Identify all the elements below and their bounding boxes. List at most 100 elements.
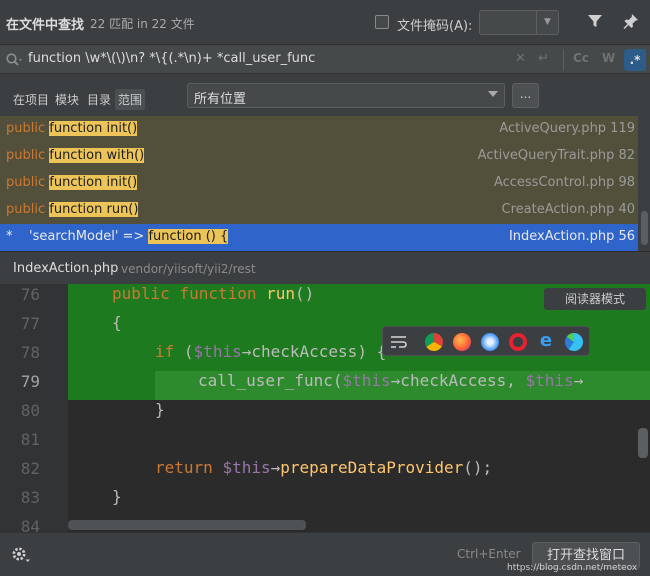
code-variable: $this: [193, 342, 242, 361]
results-scrollbar-thumb[interactable]: [641, 211, 648, 245]
code-line: call_user_func($this→checkAccess, $this→: [198, 371, 583, 390]
firefox-icon[interactable]: [453, 333, 471, 351]
pin-icon[interactable]: [622, 12, 640, 30]
file-mask-label: 文件掩码(A):: [397, 19, 473, 34]
words-toggle[interactable]: W: [602, 51, 615, 65]
code-line: {: [112, 313, 122, 332]
result-match: function init(): [49, 121, 138, 136]
edge-icon[interactable]: [565, 333, 583, 351]
line-number: 78: [20, 343, 40, 362]
code-function: run: [266, 284, 296, 303]
tab-directory[interactable]: 目录: [87, 91, 111, 108]
ie-icon[interactable]: e: [537, 332, 555, 351]
watermark: https://blog.csdn.net/meteox: [507, 563, 638, 573]
scope-bar: 在项目 模块 目录 范围 所有位置 ...: [0, 74, 650, 116]
code-text: }: [112, 487, 122, 506]
reader-mode-button[interactable]: 阅读器模式: [544, 288, 646, 310]
find-in-files-window: 在文件中查找 22 匹配 in 22 文件 文件掩码(A): ▼ functio…: [0, 0, 650, 576]
preview-file-dir: vendor/yiisoft/yii2/rest: [121, 262, 256, 276]
tab-project[interactable]: 在项目: [13, 91, 49, 108]
toolbar-divider: [563, 49, 564, 71]
scope-more-button[interactable]: ...: [512, 83, 539, 108]
scope-select-value: 所有位置: [194, 92, 247, 107]
result-match: function () {: [148, 229, 229, 244]
regex-toggle[interactable]: .*: [624, 49, 646, 71]
chrome-icon[interactable]: [425, 333, 443, 351]
chevron-down-icon[interactable]: ▼: [536, 11, 558, 34]
safari-icon[interactable]: [481, 333, 499, 351]
file-mask-combo[interactable]: ▼: [479, 10, 559, 35]
line-number: 80: [20, 401, 40, 420]
code-text: ();: [463, 458, 493, 477]
code-variable: $this: [525, 371, 574, 390]
shortcut-hint: Ctrl+Enter: [457, 547, 521, 561]
result-row[interactable]: public function init() ActiveQuery.php 1…: [0, 116, 638, 143]
code-keyword: return: [155, 458, 223, 477]
dialog-title: 在文件中查找: [6, 18, 85, 33]
result-code: * 'searchModel' => function () {: [6, 229, 229, 244]
result-file: AccessControl.php 98: [493, 175, 635, 190]
result-row[interactable]: public function run() CreateAction.php 4…: [0, 197, 638, 224]
code-text: {: [112, 313, 122, 332]
line-number: 76: [20, 285, 40, 304]
opera-icon[interactable]: [509, 333, 527, 351]
code-line: }: [155, 400, 165, 419]
result-code: public function run(): [6, 202, 139, 217]
code-text: (: [183, 342, 194, 361]
code-line: public function run(): [112, 284, 314, 303]
line-number: 77: [20, 314, 40, 333]
result-code: public function with(): [6, 148, 145, 163]
browser-preview-toolbar: e: [382, 326, 590, 356]
match-count: 22 匹配 in 22 文件: [90, 17, 195, 31]
code-keyword: public function: [112, 284, 267, 303]
clear-icon[interactable]: ✕: [515, 51, 526, 66]
code-text: (: [332, 371, 343, 390]
line-number: 83: [20, 488, 40, 507]
code-line: if ($this→checkAccess) {: [155, 342, 386, 361]
search-bar: function \w*\(\)\n? *\{(.*\n)+ *call_use…: [0, 44, 650, 74]
dialog-footer: Ctrl+Enter 打开查找窗口 https://blog.csdn.net/…: [0, 532, 650, 576]
filter-icon[interactable]: [586, 12, 604, 30]
code-text: (): [295, 284, 315, 303]
search-input[interactable]: function \w*\(\)\n? *\{(.*\n)+ *call_use…: [28, 51, 315, 66]
result-code: public function init(): [6, 175, 138, 190]
editor-scrollbar-thumb[interactable]: [638, 428, 648, 458]
code-text: →checkAccess,: [390, 371, 526, 390]
result-prefix: public: [6, 202, 50, 217]
line-number: 84: [20, 517, 40, 532]
chevron-down-icon: [488, 91, 498, 97]
line-number: 81: [20, 430, 40, 449]
results-scrollbar[interactable]: [639, 116, 650, 251]
code-variable: $this: [222, 458, 271, 477]
search-icon[interactable]: [5, 52, 23, 68]
file-mask-checkbox[interactable]: [375, 15, 389, 29]
tab-scope[interactable]: 范围: [115, 89, 146, 110]
gear-icon[interactable]: [11, 546, 31, 564]
code-function: call_user_func: [198, 371, 333, 390]
result-match: function with(): [49, 148, 145, 163]
soft-wrap-icon[interactable]: [390, 334, 408, 350]
result-prefix: public: [6, 175, 50, 190]
tab-module[interactable]: 模块: [55, 91, 79, 108]
code-line: return $this→prepareDataProvider();: [155, 458, 492, 477]
scope-select[interactable]: 所有位置: [187, 83, 505, 108]
code-method: prepareDataProvider: [280, 458, 464, 477]
result-match: function run(): [49, 202, 139, 217]
code-text: →checkAccess: [241, 342, 358, 361]
result-prefix: public: [6, 121, 50, 136]
newline-icon[interactable]: ↵: [538, 51, 549, 66]
dialog-header: 在文件中查找 22 匹配 in 22 文件 文件掩码(A): ▼: [0, 0, 650, 44]
results-list: public function init() ActiveQuery.php 1…: [0, 116, 638, 251]
result-file: IndexAction.php 56: [508, 229, 635, 244]
result-match: function init(): [49, 175, 138, 190]
result-row[interactable]: public function with() ActiveQueryTrait.…: [0, 143, 638, 170]
match-case-toggle[interactable]: Cc: [573, 51, 589, 65]
code-variable: $this: [342, 371, 391, 390]
result-star: *: [6, 229, 13, 244]
code-preview[interactable]: 76 77 78 79 80 81 82 83 84 public functi…: [0, 284, 650, 532]
editor-hscrollbar-thumb[interactable]: [68, 520, 306, 530]
result-prefix: public: [6, 148, 50, 163]
result-row-selected[interactable]: * 'searchModel' => function () { IndexAc…: [0, 224, 638, 251]
result-row[interactable]: public function init() AccessControl.php…: [0, 170, 638, 197]
code-text: →: [573, 371, 584, 390]
